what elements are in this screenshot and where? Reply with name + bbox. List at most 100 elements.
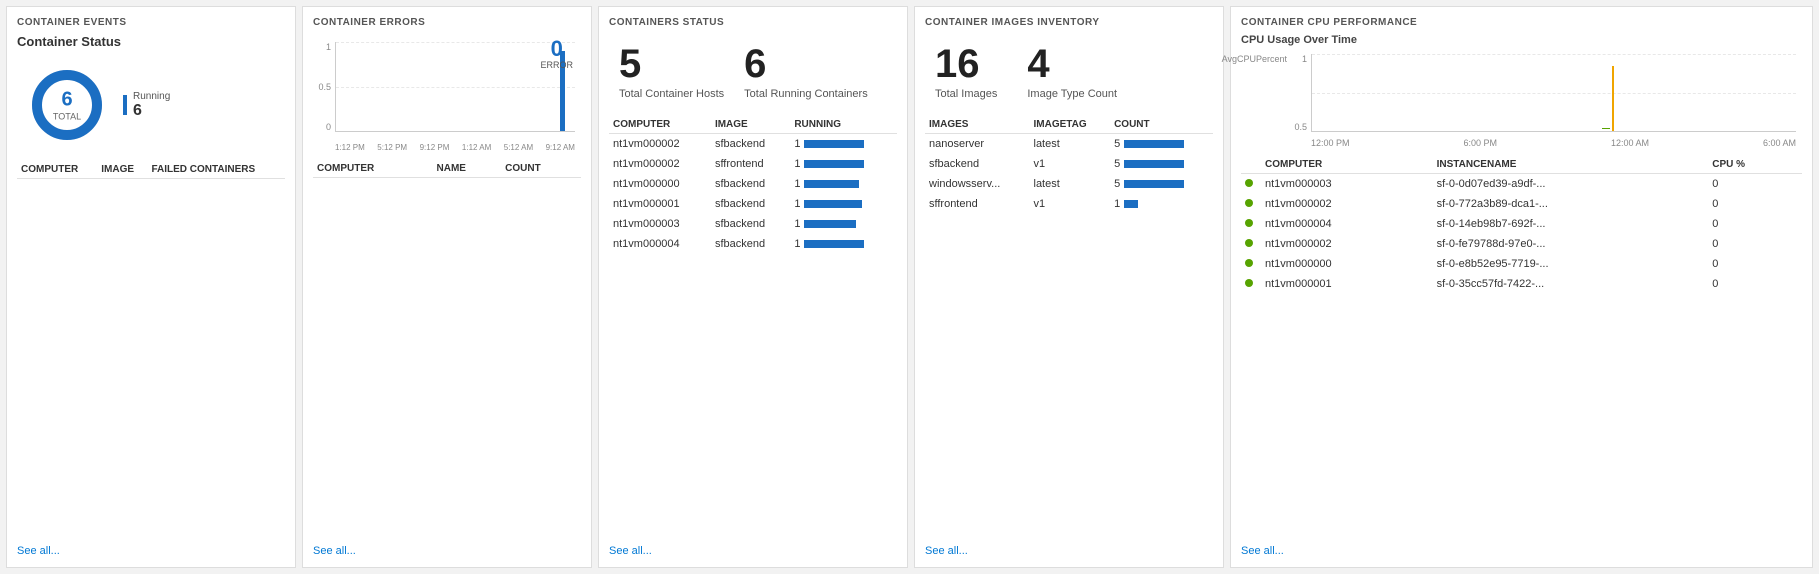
stat-hosts: 5 Total Container Hosts: [619, 44, 724, 100]
status-col-computer: COMPUTER: [609, 114, 711, 134]
images-table-row: sffrontend v1 1: [925, 194, 1213, 214]
cpu-x-axis: 12:00 PM 6:00 PM 12:00 AM 6:00 AM: [1311, 138, 1796, 148]
images-table-row: windowsserv... latest 5: [925, 174, 1213, 194]
images-table-row: nanoserver latest 5: [925, 134, 1213, 155]
cpu-spike-orange: [1612, 66, 1614, 131]
cpu-table-row: nt1vm000003 sf-0-0d07ed39-a9df-... 0: [1241, 174, 1802, 195]
running-bar: [804, 180, 859, 188]
running-bar: [804, 160, 864, 168]
green-dot: [1245, 219, 1253, 227]
count-val: 5: [1114, 178, 1120, 190]
image-count: 5: [1110, 154, 1213, 174]
image-count: 5: [1110, 174, 1213, 194]
events-see-all[interactable]: See all...: [17, 537, 285, 557]
y-label-1: 1: [326, 42, 331, 52]
cpu-table-row: nt1vm000000 sf-0-e8b52e95-7719-... 0: [1241, 254, 1802, 274]
cpu-plot-area: [1311, 54, 1796, 132]
cpu-see-all[interactable]: See all...: [1241, 537, 1802, 557]
images-col-images: IMAGES: [925, 114, 1030, 134]
cpu-x-3: 6:00 AM: [1763, 138, 1796, 148]
events-table: COMPUTER IMAGE FAILED CONTAINERS: [17, 159, 285, 179]
panel-errors-title: CONTAINER ERRORS: [313, 17, 581, 28]
cpu-percent: 0: [1708, 274, 1802, 294]
donut-chart: 6 TOTAL: [27, 65, 107, 145]
legend-bar: [123, 95, 127, 115]
status-image: sfbackend: [711, 214, 790, 234]
panel-status-title: CONTAINERS STATUS: [609, 17, 897, 28]
cpu-instance: sf-0-35cc57fd-7422-...: [1433, 274, 1709, 294]
cpu-computer: nt1vm000002: [1261, 194, 1433, 214]
running-count: 1: [794, 198, 800, 210]
stat-hosts-label: Total Container Hosts: [619, 88, 724, 100]
cpu-table: COMPUTER INSTANCENAME CPU % nt1vm000003 …: [1241, 154, 1802, 294]
panel-images-inventory: CONTAINER IMAGES INVENTORY 16 Total Imag…: [914, 6, 1224, 568]
status-running: 1: [790, 154, 897, 174]
cpu-instance: sf-0-0d07ed39-a9df-...: [1433, 174, 1709, 195]
image-count: 5: [1110, 134, 1213, 155]
cpu-col-dot: [1241, 154, 1261, 174]
cpu-percent: 0: [1708, 234, 1802, 254]
error-label: ERROR: [540, 60, 573, 70]
stat-total-images: 16 Total Images: [935, 44, 997, 100]
grid-line-mid: [336, 87, 575, 88]
cpu-table-row: nt1vm000002 sf-0-772a3b89-dca1-... 0: [1241, 194, 1802, 214]
running-count: 1: [794, 218, 800, 230]
status-table-row: nt1vm000001 sfbackend 1: [609, 194, 897, 214]
errors-plot-area: [335, 42, 575, 132]
status-running: 1: [790, 174, 897, 194]
cpu-computer: nt1vm000000: [1261, 254, 1433, 274]
cpu-percent: 0: [1708, 174, 1802, 195]
cpu-dot-cell: [1241, 194, 1261, 214]
error-badge: 0 ERROR: [540, 38, 573, 70]
count-bar: [1124, 180, 1184, 188]
images-see-all[interactable]: See all...: [925, 537, 1213, 557]
status-image: sfbackend: [711, 194, 790, 214]
running-bar: [804, 220, 856, 228]
running-count: 1: [794, 138, 800, 150]
donut-section: 6 TOTAL Running 6: [17, 55, 285, 159]
cpu-y-num-1: 1: [1302, 54, 1307, 64]
image-tag: latest: [1030, 134, 1111, 155]
errors-x-axis: 1:12 PM 5:12 PM 9:12 PM 1:12 AM 5:12 AM …: [335, 143, 575, 152]
cpu-y-1: AvgCPUPercent: [1222, 54, 1287, 64]
status-see-all[interactable]: See all...: [609, 537, 897, 557]
donut-total-label: TOTAL: [53, 112, 81, 123]
stat-image-types: 4 Image Type Count: [1027, 44, 1117, 100]
image-tag: latest: [1030, 174, 1111, 194]
status-image: sfbackend: [711, 234, 790, 254]
panel-containers-status: CONTAINERS STATUS 5 Total Container Host…: [598, 6, 908, 568]
x-label-4: 5:12 AM: [504, 143, 533, 152]
cpu-x-2: 12:00 AM: [1611, 138, 1649, 148]
cpu-computer: nt1vm000003: [1261, 174, 1433, 195]
legend-text: Running 6: [133, 91, 170, 120]
errors-col-name: NAME: [433, 158, 502, 178]
events-col-computer: COMPUTER: [17, 159, 97, 179]
count-bar: [1124, 200, 1138, 208]
panel-container-errors: CONTAINER ERRORS 1 0.5 0 0 ERROR: [302, 6, 592, 568]
cpu-percent: 0: [1708, 254, 1802, 274]
cpu-table-row: nt1vm000004 sf-0-14eb98b7-692f-... 0: [1241, 214, 1802, 234]
status-col-image: IMAGE: [711, 114, 790, 134]
errors-y-axis: 1 0.5 0: [313, 42, 331, 132]
errors-see-all[interactable]: See all...: [313, 537, 581, 557]
cpu-line-green: [1602, 128, 1610, 129]
events-subtitle: Container Status: [17, 34, 285, 49]
cpu-dot-cell: [1241, 214, 1261, 234]
green-dot: [1245, 179, 1253, 187]
cpu-dot-cell: [1241, 174, 1261, 195]
cpu-grid-mid: [1312, 93, 1796, 94]
errors-chart-container: 1 0.5 0 0 ERROR 1:12 PM 5:12 PM 9:12: [313, 34, 581, 154]
cpu-instance: sf-0-e8b52e95-7719-...: [1433, 254, 1709, 274]
x-label-0: 1:12 PM: [335, 143, 365, 152]
count-val: 5: [1114, 138, 1120, 150]
cpu-y-nums: 1 0.5: [1291, 54, 1309, 132]
images-table: IMAGES IMAGETAG COUNT nanoserver latest …: [925, 114, 1213, 214]
cpu-col-cpu: CPU %: [1708, 154, 1802, 174]
status-computer: nt1vm000004: [609, 234, 711, 254]
cpu-dot-cell: [1241, 274, 1261, 294]
status-big-numbers: 5 Total Container Hosts 6 Total Running …: [609, 34, 897, 114]
status-computer: nt1vm000002: [609, 154, 711, 174]
x-label-3: 1:12 AM: [462, 143, 491, 152]
cpu-instance: sf-0-14eb98b7-692f-...: [1433, 214, 1709, 234]
status-computer: nt1vm000000: [609, 174, 711, 194]
